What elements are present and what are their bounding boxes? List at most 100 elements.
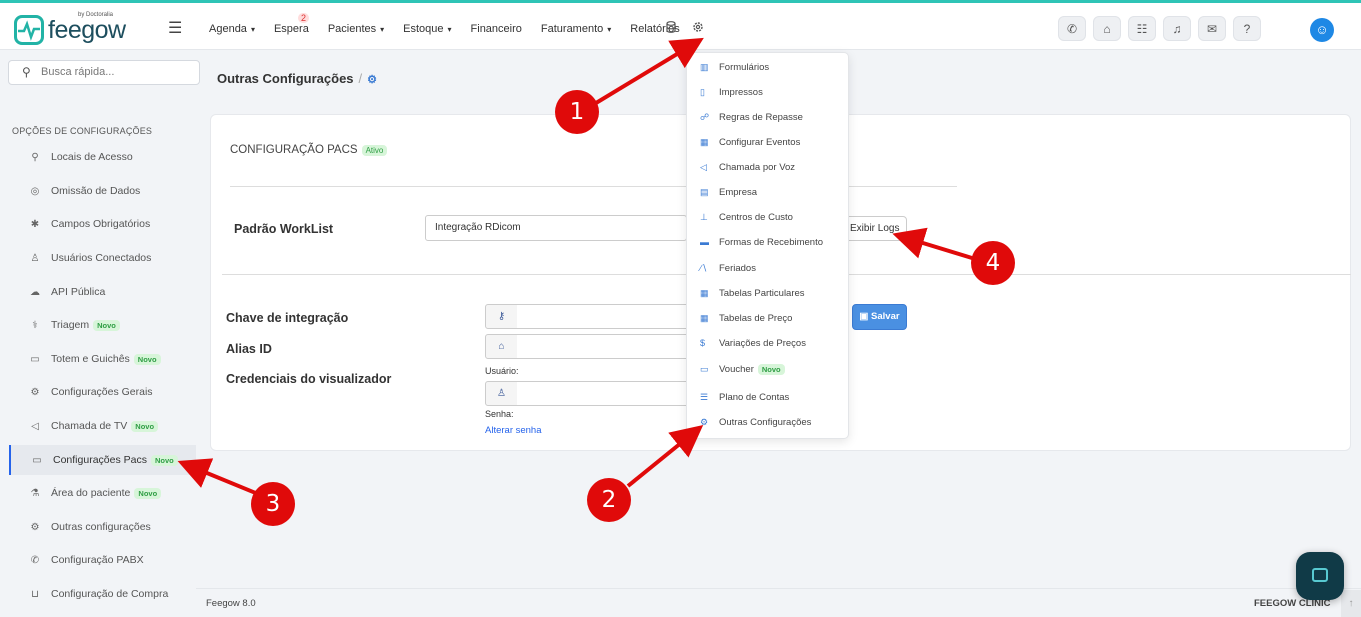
sidebar-item-locais-de-acesso[interactable]: ⚲ Locais de Acesso	[16, 142, 196, 172]
sidebar-item-omissao-de-dados[interactable]: ◎ Omissão de Dados	[16, 176, 196, 206]
menu-item-label: Impressos	[719, 87, 763, 98]
menu-item-label: Tabelas Particulares	[719, 288, 805, 299]
nav-agenda[interactable]: Agenda ▾	[209, 23, 255, 35]
menu-item-regras-de-repasse[interactable]: ☍ Regras de Repasse	[700, 112, 803, 123]
menu-item-label: Voucher	[719, 364, 754, 375]
checklist-icon[interactable]: ☷	[1128, 16, 1156, 41]
menu-item-variacoes-de-precos[interactable]: $ Variações de Preços	[700, 338, 806, 349]
menu-item-label: Variações de Preços	[719, 338, 806, 349]
sidebar-item-configuracao-pabx[interactable]: ✆ Configuração PABX	[16, 545, 196, 575]
menu-item-tabelas-particulares[interactable]: ▦ Tabelas Particulares	[700, 288, 805, 299]
handshake-icon: ☍	[700, 112, 710, 122]
cloud-icon: ☁	[30, 286, 40, 298]
nav-label: Pacientes	[327, 23, 377, 35]
sidebar-item-configuracoes-gerais[interactable]: ⚙ Configurações Gerais	[16, 377, 196, 407]
arrow-up-icon[interactable]: ↑	[1341, 590, 1361, 617]
sidebar-item-label: Locais de Acesso	[51, 151, 133, 163]
table-icon: ▦	[700, 288, 709, 298]
sidebar-item-configuracao-de-compra[interactable]: ⊔ Configuração de Compra	[16, 579, 196, 609]
menu-item-voucher[interactable]: ▭ Voucher Novo	[700, 364, 785, 375]
gear-icon[interactable]	[692, 21, 704, 36]
stethoscope-icon: ⚕	[32, 319, 38, 331]
sidebar-item-chamada-de-tv[interactable]: ◁ Chamada de TV Novo	[16, 411, 196, 441]
menu-item-tabelas-de-preco[interactable]: ▦ Tabelas de Preço	[700, 313, 792, 324]
chat-icon[interactable]: ✉	[1198, 16, 1226, 41]
sidebar-item-label: Triagem	[51, 319, 90, 331]
nav-estoque[interactable]: Estoque ▾	[403, 23, 451, 35]
sidebar-item-totem-e-guiches[interactable]: ▭ Totem e Guichês Novo	[16, 344, 196, 374]
pacs-title-text: CONFIGURAÇÃO PACS	[230, 144, 358, 156]
user-pin-icon: ⚲	[31, 151, 39, 163]
menu-item-feriados[interactable]: ∕∖ Feriados	[700, 263, 756, 274]
nav-label: Estoque	[403, 23, 444, 35]
count-badge: 2	[297, 13, 309, 23]
menu-item-chamada-por-voz[interactable]: ◁ Chamada por Voz	[700, 162, 795, 173]
menu-item-formularios[interactable]: ▥ Formulários	[700, 62, 769, 73]
pacs-title: CONFIGURAÇÃO PACS Ativo	[230, 144, 388, 156]
viewer-user-input[interactable]	[517, 381, 687, 406]
menu-item-label: Formulários	[719, 62, 770, 73]
menu-item-centros-de-custo[interactable]: ⊥ Centros de Custo	[700, 212, 793, 223]
sidebar-item-configuracoes-pacs[interactable]: ▭ Configurações Pacs Novo	[9, 445, 196, 475]
asterisk-icon: ✱	[30, 218, 40, 230]
menu-item-outras-configuracoes[interactable]: ⚙ Outras Configurações	[700, 417, 811, 428]
nav-label: Agenda	[209, 23, 247, 35]
sidebar-item-area-do-paciente[interactable]: ⚗ Área do paciente Novo	[16, 478, 196, 508]
bell-icon[interactable]: ♫	[1163, 16, 1191, 41]
nav-financeiro[interactable]: Financeiro	[471, 23, 522, 35]
sidebar-item-outras-configuracoes[interactable]: ⚙ Outras configurações	[16, 512, 196, 542]
sidebar-item-campos-obrigatorios[interactable]: ✱ Campos Obrigatórios	[16, 209, 196, 239]
nav-espera[interactable]: Espera 2	[273, 13, 309, 35]
show-logs-button[interactable]: Exibir Logs	[843, 216, 907, 241]
viewer-credentials-label: Credenciais do visualizador	[226, 372, 392, 386]
integration-key-input[interactable]	[517, 304, 687, 329]
menu-item-impressos[interactable]: ▯ Impressos	[700, 87, 763, 98]
novo-badge: Novo	[757, 364, 785, 375]
megaphone-icon: ◁	[31, 420, 39, 432]
chat-fab-button[interactable]	[1296, 552, 1344, 600]
sidebar-item-label: Campos Obrigatórios	[51, 218, 151, 230]
sitemap-icon: ⊥	[700, 212, 708, 222]
menu-item-empresa[interactable]: ▤ Empresa	[700, 187, 757, 198]
menu-item-formas-de-recebimento[interactable]: ▬ Formas de Recebimento	[700, 237, 823, 248]
sidebar-item-triagem[interactable]: ⚕ Triagem Novo	[16, 310, 196, 340]
feegow-logo[interactable]: feegow by Doctoralia	[14, 12, 126, 45]
menu-item-label: Feriados	[719, 263, 756, 274]
gears-icon: ⚙	[367, 74, 378, 86]
sidebar-item-label: Configuração de Compra	[51, 588, 169, 600]
table-icon: ▦	[700, 313, 709, 323]
chat-icon	[1312, 568, 1328, 582]
calendar-icon: ▦	[700, 137, 709, 147]
nav-label: Financeiro	[470, 23, 522, 35]
worklist-select[interactable]: Integração RDicom	[425, 215, 687, 241]
change-password-link[interactable]: Alterar senha	[485, 425, 542, 436]
novo-badge: Novo	[133, 353, 161, 365]
sidebar-item-api-publica[interactable]: ☁ API Pública	[16, 277, 196, 307]
sidebar-item-usuarios-conectados[interactable]: ♙ Usuários Conectados	[16, 243, 196, 273]
database-icon[interactable]	[666, 21, 676, 36]
top-bar: feegow by Doctoralia ☰ Agenda ▾ Espera 2 P…	[0, 0, 1361, 50]
nav-faturamento[interactable]: Faturamento ▾	[541, 23, 611, 35]
key-icon: ⚷	[485, 304, 518, 329]
credit-card-icon: ▬	[700, 237, 709, 247]
menu-item-label: Formas de Recebimento	[719, 237, 824, 248]
inbox-icon[interactable]: ⌂	[1093, 16, 1121, 41]
hamburger-menu-icon[interactable]: ☰	[168, 18, 182, 38]
user-avatar[interactable]: ☺	[1310, 18, 1334, 42]
nav-label: Espera	[273, 23, 309, 35]
menu-item-plano-de-contas[interactable]: ☰ Plano de Contas	[700, 392, 789, 403]
novo-badge: Novo	[150, 454, 178, 466]
user-icon: ♙	[485, 381, 518, 406]
search-input[interactable]: ⚲ Busca rápida...	[8, 60, 200, 85]
list-icon: ☰	[700, 392, 709, 402]
help-icon[interactable]: ?	[1233, 16, 1261, 41]
phone-icon[interactable]: ✆	[1058, 16, 1086, 41]
menu-item-configurar-eventos[interactable]: ▦ Configurar Eventos	[700, 137, 800, 148]
building-icon: ▤	[700, 187, 709, 197]
save-button[interactable]: ▣ Salvar	[852, 304, 907, 330]
monitor-icon: ▭	[30, 353, 40, 365]
brand-name: feegow	[48, 15, 126, 44]
alias-id-input[interactable]	[517, 334, 687, 359]
nav-pacientes[interactable]: Pacientes ▾	[328, 23, 384, 35]
integration-key-label: Chave de integração	[226, 311, 349, 325]
